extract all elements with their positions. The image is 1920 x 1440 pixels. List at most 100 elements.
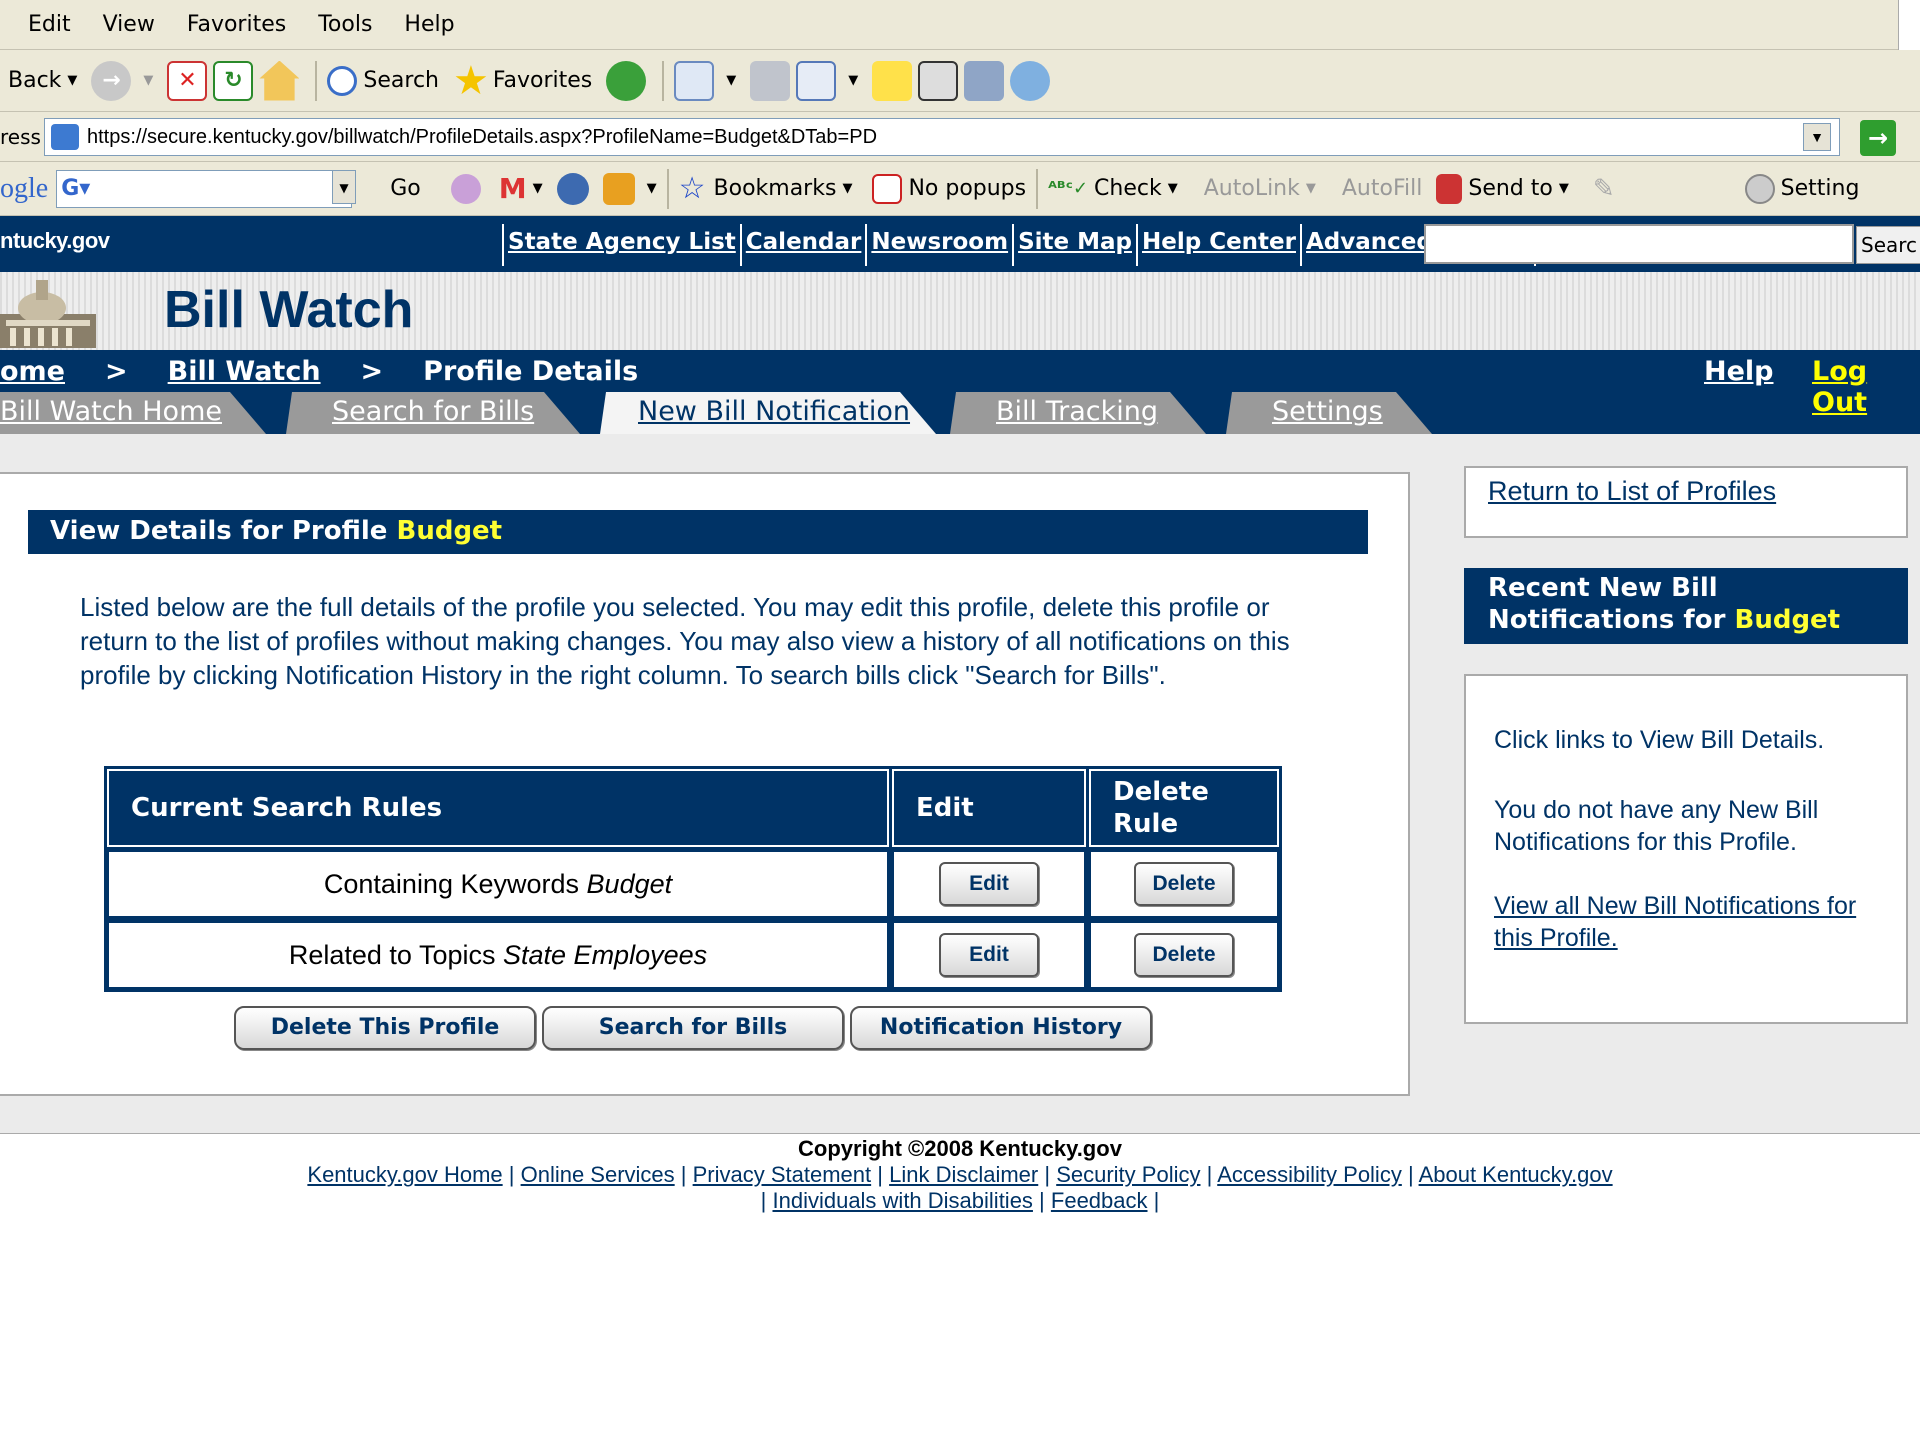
chevron-down-icon[interactable]: ▼ — [332, 170, 356, 204]
rule-value: Budget — [586, 868, 673, 899]
window-edge — [1898, 0, 1920, 50]
edit-rule-button[interactable]: Edit — [939, 933, 1039, 977]
favorites-button[interactable]: ★ Favorites — [453, 58, 592, 104]
highlighter-icon[interactable]: ✎ — [1593, 174, 1615, 204]
search-label: Search — [363, 68, 440, 93]
delete-rule-button[interactable]: Delete — [1134, 933, 1234, 977]
address-dropdown-icon[interactable]: ▼ — [1803, 123, 1831, 151]
footer: Copyright ©2008 Kentucky.gov Kentucky.go… — [0, 1134, 1920, 1214]
footer-links-row1: Kentucky.gov Home | Online Services | Pr… — [307, 1162, 1613, 1187]
edit-cell: Edit — [892, 850, 1086, 918]
logout-link[interactable]: Log Out — [1812, 356, 1920, 418]
menu-help[interactable]: Help — [404, 12, 454, 37]
home-icon[interactable] — [259, 60, 300, 101]
puzzle-icon[interactable] — [602, 172, 635, 205]
breadcrumb-bill-watch[interactable]: Bill Watch — [168, 356, 321, 387]
menu-tools[interactable]: Tools — [318, 12, 372, 37]
search-button[interactable]: Search — [327, 65, 440, 96]
check-button[interactable]: Check — [1094, 176, 1162, 201]
footer-link-feedback[interactable]: Feedback — [1051, 1188, 1148, 1213]
rule-cell: Related to Topics State Employees — [107, 921, 889, 989]
recent-instructions: Click links to View Bill Details. — [1494, 726, 1825, 754]
tab-settings[interactable]: Settings — [1226, 392, 1432, 434]
breadcrumb-home[interactable]: ome — [0, 356, 65, 387]
mail-icon[interactable] — [674, 60, 715, 101]
site-search-input[interactable] — [1424, 224, 1854, 264]
footer-link-online-services[interactable]: Online Services — [521, 1162, 675, 1187]
forward-button[interactable]: → ▼ — [91, 60, 153, 101]
search-rules-table: Current Search Rules Edit Delete Rule Co… — [104, 766, 1282, 992]
google-go-button[interactable]: Go — [390, 176, 421, 201]
research-icon[interactable] — [918, 60, 959, 101]
link-site-map[interactable]: Site Map — [1012, 224, 1136, 266]
delete-profile-button[interactable]: Delete This Profile — [234, 1006, 536, 1050]
tab-new-bill-notification[interactable]: New Bill Notification — [600, 392, 936, 434]
footer-link-home[interactable]: Kentucky.gov Home — [307, 1162, 502, 1187]
sendto-button[interactable]: Send to — [1468, 176, 1553, 201]
notification-history-button[interactable]: Notification History — [850, 1006, 1152, 1050]
chevron-down-icon: ▼ — [726, 73, 737, 88]
link-help-center[interactable]: Help Center — [1136, 224, 1300, 266]
view-all-notifications-link[interactable]: View all New Bill Notifications for this… — [1494, 890, 1894, 954]
tab-bill-tracking[interactable]: Bill Tracking — [950, 392, 1206, 434]
go-arrow-icon[interactable]: → — [1860, 120, 1896, 156]
google-search-input[interactable]: G▾ ▼ — [56, 169, 356, 208]
menu-view[interactable]: View — [103, 12, 155, 37]
kentucky-logo[interactable]: ntucky.gov — [0, 228, 110, 254]
note-icon[interactable] — [872, 60, 913, 101]
back-button[interactable]: Back ▼ — [0, 68, 77, 93]
tab-search-for-bills[interactable]: Search for Bills — [286, 392, 580, 434]
breadcrumb-separator: > — [105, 356, 128, 387]
menu-edit[interactable]: Edit — [28, 12, 71, 37]
history-icon[interactable] — [606, 60, 647, 101]
settings-button[interactable]: Setting — [1781, 176, 1860, 201]
delete-cell: Delete — [1089, 921, 1279, 989]
star-icon: ★ — [453, 57, 489, 104]
profile-name: Budget — [396, 516, 503, 546]
address-url: https://secure.kentucky.gov/billwatch/Pr… — [87, 125, 878, 148]
footer-link-disabilities[interactable]: Individuals with Disabilities — [772, 1188, 1032, 1213]
stop-icon[interactable]: ✕ — [167, 60, 208, 101]
footer-link-security[interactable]: Security Policy — [1056, 1162, 1200, 1187]
site-search-button[interactable]: Searc — [1856, 226, 1920, 264]
google-logo: ogle — [0, 172, 49, 204]
tab-bill-watch-home[interactable]: Bill Watch Home — [0, 392, 266, 434]
edit-page-icon[interactable] — [796, 60, 837, 101]
link-newsroom[interactable]: Newsroom — [865, 224, 1012, 266]
menu-favorites[interactable]: Favorites — [187, 12, 286, 37]
news-icon[interactable] — [450, 173, 481, 204]
address-input[interactable]: https://secure.kentucky.gov/billwatch/Pr… — [44, 118, 1840, 156]
link-calendar[interactable]: Calendar — [739, 224, 866, 266]
media-icon[interactable] — [964, 60, 1005, 101]
spellcheck-icon: ᴬᴮᶜ✓ — [1048, 178, 1089, 199]
messenger-icon[interactable] — [1010, 60, 1051, 101]
refresh-icon[interactable]: ↻ — [213, 60, 254, 101]
rule-cell: Containing Keywords Budget — [107, 850, 889, 918]
bill-watch-banner: Bill Watch — [0, 272, 1920, 350]
autolink-button[interactable]: AutoLink — [1204, 176, 1300, 201]
gmail-icon[interactable]: M — [499, 172, 527, 205]
browser-toolbar: Back ▼ → ▼ ✕ ↻ Search ★ Favorites ▼ ▼ — [0, 50, 1920, 112]
footer-link-disclaimer[interactable]: Link Disclaimer — [889, 1162, 1038, 1187]
return-to-profiles-link[interactable]: Return to List of Profiles — [1488, 476, 1776, 507]
breadcrumb-current: Profile Details — [423, 356, 639, 387]
search-icon — [327, 65, 358, 96]
globe-icon[interactable] — [556, 172, 589, 205]
toolbar-separator — [662, 60, 665, 101]
help-link[interactable]: Help — [1704, 356, 1774, 387]
app-title: Bill Watch — [164, 281, 414, 339]
popups-button[interactable]: No popups — [908, 176, 1026, 201]
footer-link-about[interactable]: About Kentucky.gov — [1419, 1162, 1613, 1187]
bookmarks-button[interactable]: Bookmarks — [714, 176, 837, 201]
autofill-button[interactable]: AutoFill — [1342, 176, 1422, 201]
edit-rule-button[interactable]: Edit — [939, 862, 1039, 906]
link-state-agency-list[interactable]: State Agency List — [502, 224, 740, 266]
search-bills-button[interactable]: Search for Bills — [542, 1006, 844, 1050]
chevron-down-icon: ▼ — [848, 73, 859, 88]
kentucky-header: ntucky.gov State Agency List Calendar Ne… — [0, 216, 1920, 272]
footer-link-privacy[interactable]: Privacy Statement — [693, 1162, 872, 1187]
delete-rule-button[interactable]: Delete — [1134, 862, 1234, 906]
chevron-down-icon: ▼ — [646, 181, 657, 196]
print-icon[interactable] — [750, 60, 791, 101]
footer-link-accessibility[interactable]: Accessibility Policy — [1217, 1162, 1402, 1187]
